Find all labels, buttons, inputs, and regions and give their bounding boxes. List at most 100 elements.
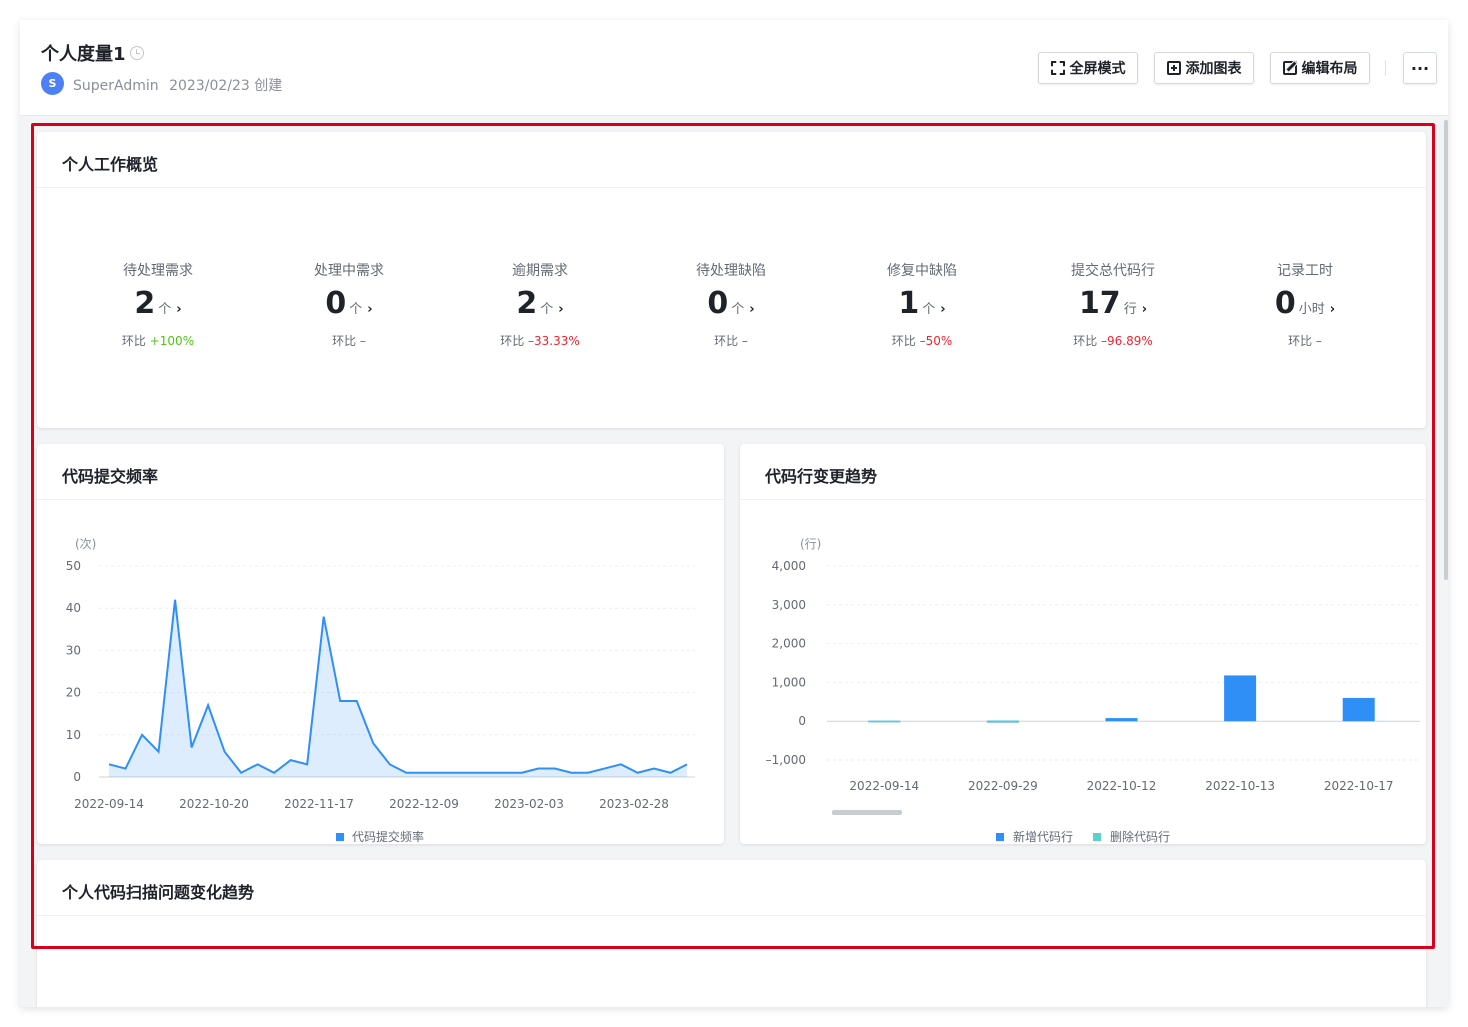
- x-tick-label: 2023-02-03: [494, 797, 564, 811]
- avatar: S: [41, 72, 64, 95]
- y-tick-label: 0: [73, 770, 81, 784]
- chart-scrollbar: [832, 810, 902, 815]
- x-tick-label: 2022-09-14: [74, 797, 144, 811]
- y-axis-unit: (次): [75, 537, 96, 551]
- fullscreen-button[interactable]: 全屏模式: [1038, 52, 1138, 84]
- clock-icon[interactable]: [130, 46, 144, 60]
- x-tick-label: 2022-10-20: [179, 797, 249, 811]
- metric-value: 17: [1078, 286, 1121, 321]
- chevron-right-icon: ›: [1329, 302, 1336, 317]
- metric-ratio: 环比 –: [1215, 332, 1395, 349]
- x-tick-label: 2022-11-17: [284, 797, 354, 811]
- x-tick-label: 2022-09-29: [968, 779, 1038, 793]
- y-tick-label: 2,000: [772, 637, 806, 651]
- scan-trend-title: 个人代码扫描问题变化趋势: [62, 883, 255, 902]
- legend-swatch: [336, 833, 344, 841]
- x-tick-label: 2022-10-12: [1087, 779, 1157, 793]
- metric-value: 2: [516, 286, 538, 321]
- ratio-label: 环比: [332, 334, 357, 348]
- metric-ratio: 环比 –96.89%: [1023, 332, 1203, 349]
- fullscreen-label: 全屏模式: [1069, 61, 1126, 77]
- metric-label: 待处理需求: [123, 263, 193, 279]
- card-divider: [37, 187, 1426, 188]
- x-tick-label: 2022-12-09: [389, 797, 459, 811]
- ratio-value: –50%: [919, 334, 953, 348]
- metric-ratio: 环比 –: [259, 332, 439, 349]
- metric-0: 待处理需求 2 个 › 环比 +100%: [68, 260, 248, 349]
- edit-layout-label: 编辑布局: [1301, 61, 1358, 77]
- metric-4: 修复中缺陷 1 个 › 环比 –50%: [832, 260, 1012, 349]
- edit-layout-button[interactable]: 编辑布局: [1270, 52, 1370, 84]
- metric-value-link[interactable]: 2 个 ›: [68, 286, 248, 322]
- metric-ratio: 环比 –33.33%: [450, 332, 630, 349]
- page-header: 个人度量1 S SuperAdmin 2023/02/23 创建 全屏模式 添加…: [20, 20, 1448, 116]
- y-tick-label: 20: [66, 686, 81, 700]
- page-title: 个人度量1: [41, 44, 126, 65]
- ratio-value: –: [741, 334, 748, 348]
- metric-6: 记录工时 0 小时 › 环比 –: [1215, 260, 1395, 349]
- metric-value: 0: [325, 286, 347, 321]
- code-lines-chart: (行) –1,000 0 1,000 2,000 3,000 4,000 2022-09-14…: [766, 537, 1420, 844]
- chevron-right-icon: ›: [176, 302, 182, 317]
- more-button[interactable]: ···: [1403, 52, 1437, 84]
- metric-label: 逾期需求: [512, 263, 568, 279]
- x-tick-label: 2022-09-14: [849, 779, 919, 793]
- bar: [986, 720, 1019, 722]
- y-tick-label: 4,000: [772, 559, 806, 573]
- metric-value: 2: [134, 286, 156, 321]
- metric-unit: 行: [1123, 302, 1137, 317]
- y-tick-label: 0: [798, 714, 806, 728]
- ratio-value: –: [1315, 334, 1322, 348]
- y-tick-label: –1,000: [766, 753, 806, 767]
- add-chart-button[interactable]: 添加图表: [1154, 52, 1254, 84]
- metric-value-link[interactable]: 0 个 ›: [641, 286, 821, 322]
- metric-label: 待处理缺陷: [696, 263, 766, 279]
- overview-title: 个人工作概览: [62, 155, 159, 174]
- creator-meta: SuperAdmin 2023/02/23 创建: [73, 75, 288, 95]
- legend-label: 新增代码行: [1013, 829, 1073, 844]
- metric-value-link[interactable]: 1 个 ›: [832, 286, 1012, 322]
- y-tick-label: 50: [66, 559, 81, 573]
- metric-value-link[interactable]: 17 行 ›: [1023, 286, 1203, 322]
- card-divider: [37, 915, 1426, 916]
- fullscreen-icon: [1050, 61, 1065, 75]
- metric-3: 待处理缺陷 0 个 › 环比 –: [641, 260, 821, 349]
- y-tick-label: 30: [66, 643, 81, 657]
- legend-label: 代码提交频率: [352, 829, 424, 844]
- commit-frequency-chart: (次) 0 10 20 30 40 50 2022-09-14 2022-10-20 2022-1…: [66, 537, 695, 844]
- ratio-label: 环比: [1288, 334, 1313, 348]
- legend-swatch: [996, 833, 1004, 841]
- metric-label: 修复中缺陷: [887, 263, 957, 279]
- ratio-label: 环比: [891, 334, 916, 348]
- legend-label: 删除代码行: [1110, 829, 1170, 844]
- metric-value: 1: [898, 286, 920, 321]
- ratio-value: –96.89%: [1101, 334, 1153, 348]
- bar: [1105, 718, 1138, 722]
- metric-value-link[interactable]: 2 个 ›: [450, 286, 630, 322]
- y-tick-label: 1,000: [772, 675, 806, 689]
- metric-unit: 个: [349, 302, 363, 317]
- metric-label: 记录工时: [1277, 263, 1333, 279]
- metric-ratio: 环比 –50%: [832, 332, 1012, 349]
- metric-unit: 个: [540, 302, 554, 317]
- metric-2: 逾期需求 2 个 › 环比 –33.33%: [450, 260, 630, 349]
- metric-5: 提交总代码行 17 行 › 环比 –96.89%: [1023, 260, 1203, 349]
- metric-label: 处理中需求: [314, 263, 384, 279]
- metric-1: 处理中需求 0 个 › 环比 –: [259, 260, 439, 349]
- add-chart-label: 添加图表: [1185, 61, 1242, 77]
- page-scrollbar[interactable]: [1444, 120, 1448, 580]
- chevron-right-icon: ›: [940, 302, 946, 317]
- chevron-right-icon: ›: [749, 302, 755, 317]
- metric-unit: 个: [158, 302, 172, 317]
- metric-value-link[interactable]: 0 个 ›: [259, 286, 439, 322]
- metric-value: 0: [707, 286, 729, 321]
- bar: [1342, 697, 1375, 722]
- metric-ratio: 环比 –: [641, 332, 821, 349]
- chevron-right-icon: ›: [558, 302, 564, 317]
- toolbar-divider: [1385, 60, 1386, 76]
- metric-label: 提交总代码行: [1071, 263, 1155, 279]
- edit-icon: [1282, 61, 1297, 75]
- x-tick-label: 2022-10-17: [1324, 779, 1394, 793]
- metric-value-link[interactable]: 0 小时 ›: [1215, 286, 1395, 322]
- x-tick-label: 2022-10-13: [1205, 779, 1275, 793]
